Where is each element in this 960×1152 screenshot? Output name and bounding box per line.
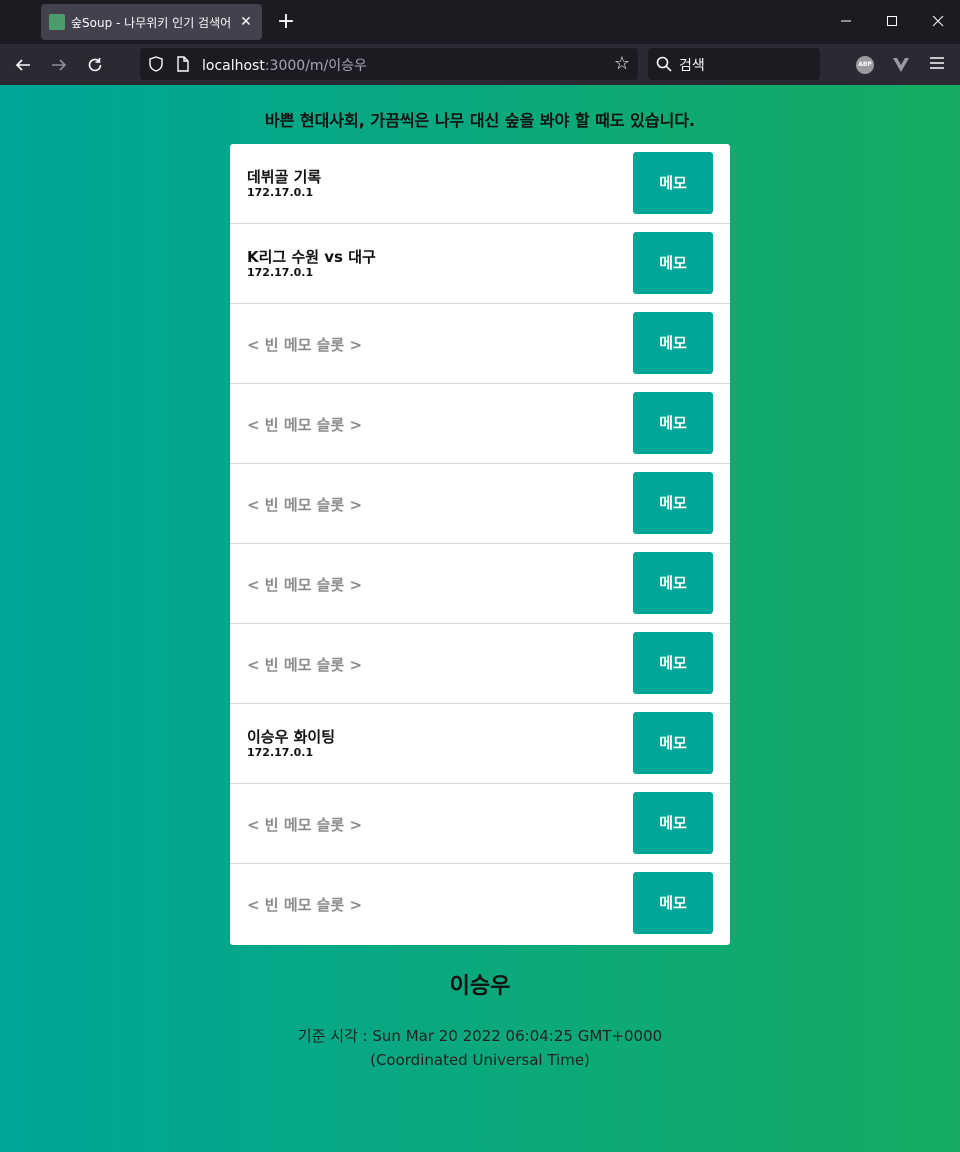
memo-text: 데뷔골 기록 [247, 168, 322, 186]
memo-row: < 빈 메모 슬롯 > 메모 [230, 464, 730, 544]
new-tab-button[interactable]: + [272, 8, 300, 36]
memo-row: K리그 수원 vs 대구 172.17.0.1 메모 [230, 224, 730, 304]
memo-button[interactable]: 메모 [633, 872, 713, 934]
memo-ip: 172.17.0.1 [247, 266, 314, 279]
tab-close-icon[interactable]: ✕ [238, 14, 254, 30]
tab-strip: 숲Soup - 나무위키 인기 검색어 ✕ + [0, 0, 960, 44]
memo-row: < 빈 메모 슬롯 > 메모 [230, 384, 730, 464]
memo-text: 이승우 화이팅 [247, 728, 336, 746]
tab-title: 숲Soup - 나무위키 인기 검색어 [71, 15, 232, 30]
memo-button[interactable]: 메모 [633, 552, 713, 614]
memo-button[interactable]: 메모 [633, 152, 713, 214]
empty-memo-slot: < 빈 메모 슬롯 > [247, 496, 363, 514]
forward-arrow-icon[interactable] [44, 50, 74, 80]
memo-row: 이승우 화이팅 172.17.0.1 메모 [230, 704, 730, 784]
url-bar[interactable]: localhost:3000/m/이승우 ☆ [140, 48, 638, 80]
memo-ip: 172.17.0.1 [247, 186, 314, 199]
maximize-icon[interactable] [878, 8, 906, 36]
memo-row: < 빈 메모 슬롯 > 메모 [230, 544, 730, 624]
memo-button[interactable]: 메모 [633, 792, 713, 854]
page-content: 바쁜 현대사회, 가끔씩은 나무 대신 숲을 봐야 할 때도 있습니다. 데뷔골… [0, 85, 960, 1152]
page-icon[interactable] [176, 56, 190, 72]
memo-row: < 빈 메모 슬롯 > 메모 [230, 304, 730, 384]
memo-text: K리그 수원 vs 대구 [247, 248, 376, 266]
search-bar[interactable]: 검색 [648, 48, 820, 80]
shield-icon[interactable] [148, 56, 164, 72]
memo-list: 데뷔골 기록 172.17.0.1 메모 K리그 수원 vs 대구 172.17… [230, 144, 730, 945]
page-tagline: 바쁜 현대사회, 가끔씩은 나무 대신 숲을 봐야 할 때도 있습니다. [264, 111, 696, 130]
bookmark-star-icon[interactable]: ☆ [612, 54, 632, 74]
tab-favicon-icon [49, 14, 65, 30]
empty-memo-slot: < 빈 메모 슬롯 > [247, 336, 363, 354]
reload-icon[interactable] [80, 50, 110, 80]
memo-row: < 빈 메모 슬롯 > 메모 [230, 784, 730, 864]
keyword-title: 이승우 [449, 974, 511, 999]
empty-memo-slot: < 빈 메모 슬롯 > [247, 576, 363, 594]
nav-toolbar: localhost:3000/m/이승우 ☆ 검색 ABP [0, 44, 960, 85]
memo-button[interactable]: 메모 [633, 392, 713, 454]
memo-row: 데뷔골 기록 172.17.0.1 메모 [230, 144, 730, 224]
hamburger-menu-icon[interactable] [928, 55, 946, 73]
back-arrow-icon[interactable] [8, 50, 38, 80]
empty-memo-slot: < 빈 메모 슬롯 > [247, 896, 363, 914]
memo-button[interactable]: 메모 [633, 472, 713, 534]
empty-memo-slot: < 빈 메모 슬롯 > [247, 816, 363, 834]
vue-devtools-icon[interactable] [892, 56, 910, 74]
search-icon [656, 56, 672, 72]
base-time: 기준 시각 : Sun Mar 20 2022 06:04:25 GMT+000… [297, 1027, 663, 1069]
search-input[interactable]: 검색 [679, 55, 705, 75]
adblock-plus-icon[interactable]: ABP [856, 56, 874, 74]
minimize-icon[interactable] [832, 8, 860, 36]
memo-button[interactable]: 메모 [633, 312, 713, 374]
memo-ip: 172.17.0.1 [247, 746, 314, 759]
memo-button[interactable]: 메모 [633, 712, 713, 774]
memo-row: < 빈 메모 슬롯 > 메모 [230, 864, 730, 944]
browser-tab[interactable]: 숲Soup - 나무위키 인기 검색어 ✕ [41, 4, 262, 40]
memo-button[interactable]: 메모 [633, 632, 713, 694]
empty-memo-slot: < 빈 메모 슬롯 > [247, 656, 363, 674]
window-close-icon[interactable] [924, 8, 952, 36]
url-text[interactable]: localhost:3000/m/이승우 [202, 55, 367, 75]
memo-row: < 빈 메모 슬롯 > 메모 [230, 624, 730, 704]
memo-button[interactable]: 메모 [633, 232, 713, 294]
empty-memo-slot: < 빈 메모 슬롯 > [247, 416, 363, 434]
